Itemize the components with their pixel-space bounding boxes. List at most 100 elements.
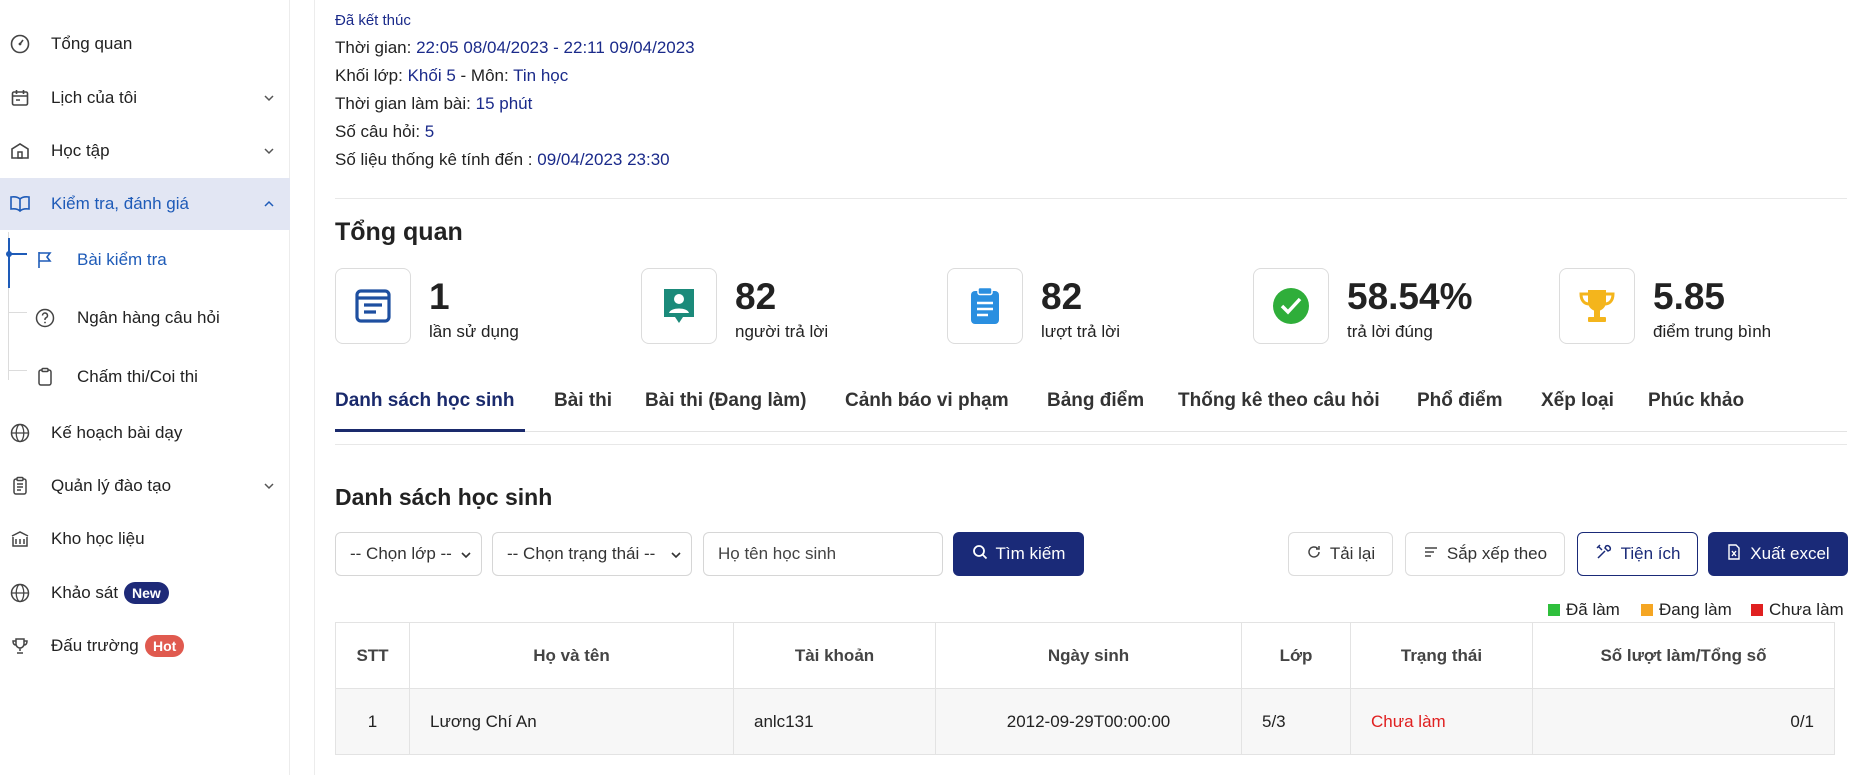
user-badge-icon (641, 268, 717, 344)
sidebar-subitem-question-bank[interactable]: Ngân hàng câu hỏi (0, 293, 290, 343)
sidebar-item-overview[interactable]: Tổng quan (0, 18, 290, 70)
status-select-value: -- Chọn trạng thái -- (507, 544, 656, 563)
sidebar-item-learning[interactable]: Học tập (0, 125, 290, 177)
calendar-icon (9, 87, 31, 109)
column-header: Số lượt làm/Tổng số (1532, 622, 1835, 689)
exam-duration-line: Thời gian làm bài: 15 phút (335, 94, 532, 114)
sidebar-item-lesson-plan[interactable]: Kế hoạch bài dạy (0, 407, 290, 459)
sort-icon (1423, 544, 1439, 565)
class-select[interactable]: -- Chọn lớp -- (335, 532, 482, 576)
student-table: STT Họ và tên Tài khoản Ngày sinh Lớp Tr… (335, 622, 1835, 755)
sidebar-item-training-management[interactable]: Quản lý đào tạo (0, 460, 290, 512)
exam-stats-line: Số liệu thống kê tính đến : 09/04/2023 2… (335, 150, 670, 170)
stat-value: 82 (735, 276, 777, 317)
legend-done: Đã làm (1548, 600, 1620, 620)
search-icon (972, 544, 988, 565)
sort-button[interactable]: Sắp xếp theo (1405, 532, 1565, 576)
new-badge: New (124, 582, 169, 604)
sidebar-item-materials[interactable]: Kho học liệu (0, 513, 290, 565)
exam-questions-line: Số câu hỏi: 5 (335, 122, 434, 142)
tab-violation-warnings[interactable]: Cảnh báo vi phạm (845, 390, 1009, 412)
sidebar-item-label: Tổng quan (51, 34, 133, 53)
stat-responses: 82 lượt trả lời (947, 268, 1247, 344)
chevron-down-icon (459, 547, 473, 561)
sidebar-subitem-label: Ngân hàng câu hỏi (77, 308, 220, 327)
chevron-down-icon (669, 547, 683, 561)
tab-student-list[interactable]: Danh sách học sinh (335, 390, 514, 412)
reload-button[interactable]: Tải lại (1288, 532, 1393, 576)
sidebar-item-label: Kho học liệu (51, 529, 145, 548)
divider (335, 444, 1847, 445)
overview-title: Tổng quan (335, 218, 463, 246)
sidebar-item-label: Quản lý đào tạo (51, 476, 172, 495)
cell-attempts: 0/1 (1532, 688, 1835, 755)
tab-bar: Danh sách học sinh Bài thi Bài thi (Đang… (335, 380, 1847, 432)
exam-subject-value: Tin học (513, 66, 569, 85)
exam-grade-line: Khối lớp: Khối 5 - Môn: Tin học (335, 66, 568, 86)
cell-stt: 1 (335, 688, 410, 755)
utility-button-label: Tiện ích (1620, 544, 1681, 563)
sidebar-item-arena[interactable]: Đấu trường Hot (0, 620, 290, 672)
cell-name: Lương Chí An (409, 688, 734, 755)
stat-caption: lượt trả lời (1041, 322, 1121, 341)
sidebar-item-survey[interactable]: Khảo sát New (0, 567, 290, 619)
sidebar-item-assessment[interactable]: Kiểm tra, đánh giá (0, 178, 290, 230)
cell-status: Chưa làm (1350, 688, 1533, 755)
reload-button-label: Tải lại (1329, 544, 1376, 563)
student-name-input[interactable]: Họ tên học sinh (703, 532, 943, 576)
exam-stats-label: Số liệu thống kê tính đến : (335, 150, 533, 169)
sidebar-item-label: Kiểm tra, đánh giá (51, 194, 189, 213)
tab-question-statistics[interactable]: Thống kê theo câu hỏi (1178, 390, 1380, 412)
stat-respondents: 82 người trả lời (641, 268, 941, 344)
globe-icon (9, 422, 31, 444)
tools-icon (1595, 543, 1613, 566)
dashboard-icon (9, 33, 31, 55)
legend-swatch (1641, 604, 1653, 616)
column-header: STT (335, 622, 410, 689)
tab-score-distribution[interactable]: Phổ điểm (1417, 390, 1503, 412)
exam-questions-value: 5 (424, 122, 435, 141)
chevron-up-icon (262, 197, 276, 211)
sidebar-item-label: Kế hoạch bài dạy (51, 423, 183, 442)
usage-icon (335, 268, 411, 344)
tab-ranking[interactable]: Xếp loại (1541, 390, 1614, 412)
exam-time-line: Thời gian: 22:05 08/04/2023 - 22:11 09/0… (335, 38, 695, 58)
search-button[interactable]: Tìm kiếm (953, 532, 1084, 576)
legend-in-progress: Đang làm (1641, 600, 1732, 620)
status-select[interactable]: -- Chọn trạng thái -- (492, 532, 692, 576)
utility-button[interactable]: Tiện ích (1577, 532, 1698, 576)
sidebar-item-my-calendar[interactable]: Lịch của tôi (0, 72, 290, 124)
legend-swatch (1548, 604, 1560, 616)
exam-questions-label: Số câu hỏi: (335, 122, 421, 141)
legend-not-started: Chưa làm (1751, 600, 1844, 620)
exam-status: Đã kết thúc (335, 12, 411, 29)
cell-account: anlc131 (733, 688, 936, 755)
exam-time-value: 22:05 08/04/2023 - 22:11 09/04/2023 (416, 38, 695, 57)
search-button-label: Tìm kiếm (995, 544, 1066, 563)
legend-swatch (1751, 604, 1763, 616)
sidebar-item-label: Lịch của tôi (51, 88, 137, 107)
tab-exams[interactable]: Bài thi (554, 390, 612, 412)
hot-badge: Hot (145, 635, 185, 657)
table-row[interactable]: 1 Lương Chí An anlc131 2012-09-29T00:00:… (335, 688, 1835, 755)
exam-duration-label: Thời gian làm bài: (335, 94, 471, 113)
stat-usage: 1 lần sử dụng (335, 268, 635, 344)
legend-label: Chưa làm (1769, 600, 1844, 619)
table-header-row: STT Họ và tên Tài khoản Ngày sinh Lớp Tr… (335, 622, 1835, 689)
clipboard-icon (34, 366, 56, 388)
sort-button-label: Sắp xếp theo (1446, 544, 1548, 563)
sidebar-subitem-grading[interactable]: Chấm thi/Coi thi (0, 352, 290, 402)
divider (335, 198, 1847, 199)
clipboard-list-icon (947, 268, 1023, 344)
sidebar-subitem-tests[interactable]: Bài kiểm tra (0, 235, 290, 285)
stat-caption: điểm trung bình (1653, 322, 1772, 341)
question-circle-icon (34, 307, 56, 329)
column-header: Tài khoản (733, 622, 936, 689)
legend-label: Đang làm (1659, 600, 1732, 619)
tab-appeals[interactable]: Phúc khảo (1648, 390, 1744, 412)
export-excel-button[interactable]: Xuất excel (1708, 532, 1848, 576)
tab-exams-in-progress[interactable]: Bài thi (Đang làm) (645, 390, 807, 412)
exam-grade-value: Khối 5 (407, 66, 456, 85)
exam-stats-value: 09/04/2023 23:30 (537, 150, 670, 169)
tab-scoreboard[interactable]: Bảng điểm (1047, 390, 1144, 412)
